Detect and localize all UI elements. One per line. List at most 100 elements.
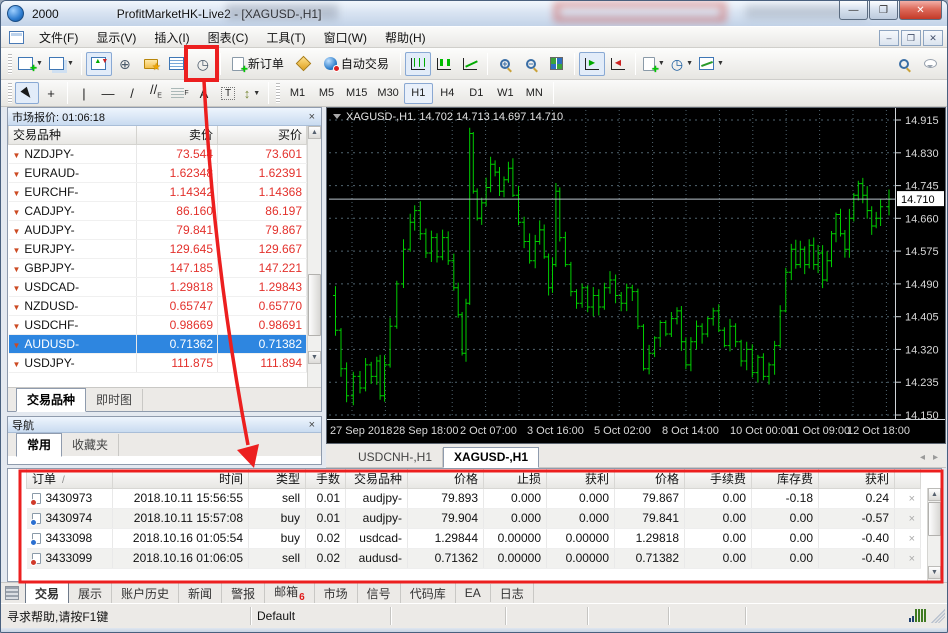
child-restore-button[interactable]: ❐: [901, 30, 921, 46]
navigator-button[interactable]: ★: [138, 52, 164, 76]
metaeditor-button[interactable]: [291, 52, 317, 76]
market-watch-row[interactable]: ▼ EURAUD- 1.62348 1.62391: [8, 163, 307, 183]
line-chart-mode-button[interactable]: [457, 52, 483, 76]
market-watch-row[interactable]: ▼ USDJPY- 111.875 111.894: [8, 353, 307, 373]
orders-scrollbar[interactable]: ▲ ▼: [927, 488, 941, 581]
autotrading-button[interactable]: 自动交易: [317, 52, 396, 76]
market-watch-toggle-button[interactable]: ▲▼: [85, 51, 112, 76]
order-row[interactable]: 3430973 2018.10.11 15:56:55 sell 0.01 audjpy…: [26, 488, 921, 509]
price-chart[interactable]: 14.915 14.830 14.745 14.660 14.575 14.490 14.4…: [327, 108, 945, 443]
market-watch-header[interactable]: 市场报价: 01:06:18 ×: [8, 108, 321, 126]
menu-item-0[interactable]: 文件(F): [30, 27, 87, 48]
market-watch-scrollbar[interactable]: ▲ ▼: [307, 126, 321, 411]
text-tool-button[interactable]: A: [192, 82, 216, 104]
zoom-in-button[interactable]: +: [492, 52, 518, 76]
market-watch-row[interactable]: ▼ NZDJPY- 73.544 73.601: [8, 144, 307, 164]
candlestick-mode-button[interactable]: [431, 52, 457, 76]
order-row[interactable]: 3433099 2018.10.16 01:06:05 sell 0.02 audusd…: [26, 548, 921, 569]
arrows-tool-button[interactable]: ↕ ▼: [240, 82, 264, 104]
order-row[interactable]: 3430974 2018.10.11 15:57:08 buy 0.01 audjpy-…: [26, 508, 921, 529]
horizontal-line-tool-button[interactable]: —: [96, 82, 120, 104]
market-watch-row[interactable]: ▼ USDCHF- 0.98669 0.98691: [8, 315, 307, 335]
scroll-down-icon[interactable]: ▼: [308, 351, 321, 364]
zoom-out-button[interactable]: −: [518, 52, 544, 76]
market-watch-column-header[interactable]: 买价: [217, 126, 307, 145]
navigator-tab[interactable]: 收藏夹: [62, 434, 120, 456]
menu-item-2[interactable]: 插入(I): [145, 27, 198, 48]
search-button[interactable]: [891, 52, 917, 76]
chart-shift-button[interactable]: ◀: [605, 52, 631, 76]
resize-grip[interactable]: [931, 609, 945, 623]
data-window-button[interactable]: ⊕: [112, 52, 138, 76]
timeframe-m5[interactable]: M5: [312, 83, 341, 104]
terminal-tab-EA[interactable]: EA: [456, 584, 491, 602]
fibonacci-tool-button[interactable]: F: [168, 82, 192, 104]
toolbar-grip[interactable]: [8, 53, 12, 74]
market-watch-row[interactable]: ▼ AUDUSD- 0.71362 0.71382: [8, 334, 307, 354]
scroll-up-icon[interactable]: ▲: [928, 488, 941, 501]
close-order-icon[interactable]: ×: [909, 553, 915, 565]
market-watch-row[interactable]: ▼ GBPJPY- 147.185 147.221: [8, 258, 307, 278]
toolbar-grip[interactable]: [276, 83, 280, 103]
market-watch-row[interactable]: ▼ USDCAD- 1.29818 1.29843: [8, 277, 307, 297]
orders-column-header[interactable]: 手续费: [684, 469, 752, 489]
market-watch-row[interactable]: ▼ CADJPY- 86.160 86.197: [8, 201, 307, 221]
order-row[interactable]: 3433098 2018.10.16 01:05:54 buy 0.02 usdcad-…: [26, 528, 921, 549]
timeframe-w1[interactable]: W1: [491, 83, 520, 104]
toolbar-grip[interactable]: [8, 83, 12, 103]
strategy-tester-button[interactable]: ◷: [190, 52, 216, 76]
orders-column-header[interactable]: 价格: [407, 469, 484, 489]
orders-column-header[interactable]: 止损: [483, 469, 547, 489]
new-chart-button[interactable]: + ▼: [15, 52, 46, 76]
terminal-tab-日志[interactable]: 日志: [491, 582, 534, 604]
orders-column-header[interactable]: 手数: [305, 469, 346, 489]
auto-scroll-button[interactable]: ▶: [578, 51, 605, 76]
window-minimize-button[interactable]: —: [839, 1, 868, 20]
market-watch-row[interactable]: ▼ AUDJPY- 79.841 79.867: [8, 220, 307, 240]
child-minimize-button[interactable]: –: [879, 30, 899, 46]
menu-item-5[interactable]: 窗口(W): [315, 27, 376, 48]
terminal-tab-展示[interactable]: 展示: [69, 582, 113, 604]
terminal-tab-警报[interactable]: 警报: [222, 582, 266, 604]
window-close-button[interactable]: ✕: [899, 1, 942, 20]
orders-column-header[interactable]: 类型: [248, 469, 306, 489]
market-watch-column-header[interactable]: 交易品种: [8, 126, 137, 145]
menu-item-4[interactable]: 工具(T): [257, 27, 314, 48]
terminal-tab-交易[interactable]: 交易: [25, 581, 70, 605]
orders-column-header[interactable]: 时间: [112, 469, 249, 489]
market-watch-column-header[interactable]: 卖价: [136, 126, 218, 145]
timeframe-m30[interactable]: M30: [372, 83, 403, 104]
terminal-tab-市场[interactable]: 市场: [315, 582, 358, 604]
timeframe-mn[interactable]: MN: [520, 83, 549, 104]
tab-scroll-left-icon[interactable]: ◂: [920, 452, 925, 463]
scrollbar-thumb[interactable]: [928, 502, 941, 536]
channel-tool-button[interactable]: //E: [144, 82, 168, 104]
cursor-tool-button[interactable]: [15, 82, 39, 104]
text-label-tool-button[interactable]: T: [216, 82, 240, 104]
market-watch-row[interactable]: ▼ EURJPY- 129.645 129.667: [8, 239, 307, 259]
chart-window[interactable]: 14.915 14.830 14.745 14.660 14.575 14.490 14.4…: [326, 107, 946, 444]
navigator-tab[interactable]: 常用: [16, 433, 63, 457]
trendline-tool-button[interactable]: /: [120, 82, 144, 104]
menu-item-1[interactable]: 显示(V): [87, 27, 145, 48]
terminal-tab-账户历史[interactable]: 账户历史: [112, 582, 180, 604]
orders-column-header[interactable]: 价格: [614, 469, 685, 489]
crosshair-tool-button[interactable]: +: [39, 82, 63, 104]
timeframe-h1[interactable]: H1: [403, 82, 433, 104]
market-watch-row[interactable]: ▼ NZDUSD- 0.65747 0.65770: [8, 296, 307, 316]
chart-window-icon[interactable]: [9, 30, 24, 44]
orders-column-header[interactable]: 获利: [818, 469, 895, 489]
scroll-up-icon[interactable]: ▲: [308, 126, 321, 139]
panel-close-icon[interactable]: ×: [307, 419, 317, 431]
vertical-line-tool-button[interactable]: |: [72, 82, 96, 104]
timeframe-m15[interactable]: M15: [341, 83, 372, 104]
market-watch-tab[interactable]: 即时图: [86, 389, 144, 411]
periods-button[interactable]: ◷ ▼: [668, 52, 696, 76]
terminal-tab-代码库[interactable]: 代码库: [401, 582, 456, 604]
market-watch-row[interactable]: ▼ EURCHF- 1.14342 1.14368: [8, 182, 307, 202]
orders-column-header[interactable]: 获利: [546, 469, 615, 489]
timeframe-h4[interactable]: H4: [433, 83, 462, 104]
chart-tab[interactable]: USDCNH-,H1: [348, 448, 444, 467]
timeframe-d1[interactable]: D1: [462, 83, 491, 104]
orders-column-header[interactable]: 库存费: [751, 469, 819, 489]
